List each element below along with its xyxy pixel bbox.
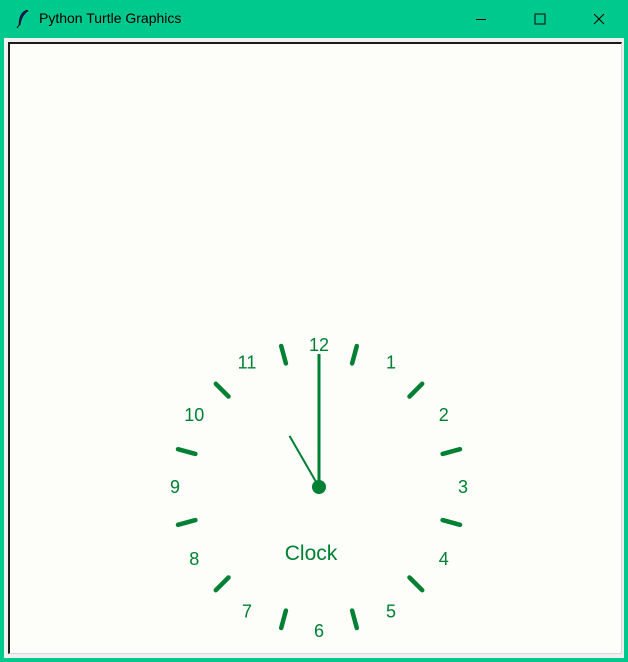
hour-tick-mark: [278, 343, 289, 366]
clock-numeral: 9: [170, 477, 180, 497]
window-client-area: 12 1 2 3 4 5 6 7 8 9 10 11 Clock: [4, 38, 624, 658]
hour-tick-mark: [175, 517, 198, 528]
window-title: Python Turtle Graphics: [39, 10, 182, 26]
turtle-canvas[interactable]: 121234567891011Clock: [10, 44, 622, 654]
clock-numeral: 10: [184, 405, 204, 425]
hour-tick-mark: [349, 343, 360, 366]
close-icon: [593, 13, 605, 25]
hour-tick-mark: [175, 446, 198, 457]
hour-tick-mark: [349, 608, 360, 631]
clock-numeral: 12: [309, 335, 329, 355]
clock-numeral: 7: [242, 602, 252, 622]
clock-center-hub: [312, 480, 326, 494]
clock-numeral: 3: [458, 477, 468, 497]
hour-tick-mark: [440, 517, 463, 528]
minimize-button[interactable]: [458, 0, 504, 38]
clock-title-label: Clock: [285, 542, 338, 565]
clock-numeral: 8: [189, 549, 199, 569]
hour-tick-mark: [213, 575, 231, 593]
maximize-icon: [534, 13, 546, 25]
minimize-icon: [475, 13, 487, 25]
hour-tick-mark: [407, 381, 425, 399]
close-button[interactable]: [576, 0, 622, 38]
clock-numeral: 5: [386, 602, 396, 622]
title-bar[interactable]: Python Turtle Graphics: [0, 0, 628, 38]
clock-numeral: 6: [314, 621, 324, 641]
hour-tick-mark: [278, 608, 289, 631]
hour-tick-mark: [440, 446, 463, 457]
turtle-canvas-frame[interactable]: 12 1 2 3 4 5 6 7 8 9 10 11 Clock: [8, 42, 622, 654]
maximize-button[interactable]: [517, 0, 563, 38]
clock-numeral: 4: [439, 549, 449, 569]
hour-hand: [288, 435, 320, 488]
feather-icon: [16, 9, 30, 29]
hour-tick-mark: [407, 575, 425, 593]
hour-tick-mark: [213, 381, 231, 399]
turtle-window: Python Turtle Graphics 12 1 2 3 4 5 6 7 8 9 10 11 Cl…: [0, 0, 628, 662]
clock-numeral: 1: [386, 352, 396, 372]
clock-numeral: 11: [238, 352, 257, 372]
clock-numeral: 2: [439, 405, 449, 425]
